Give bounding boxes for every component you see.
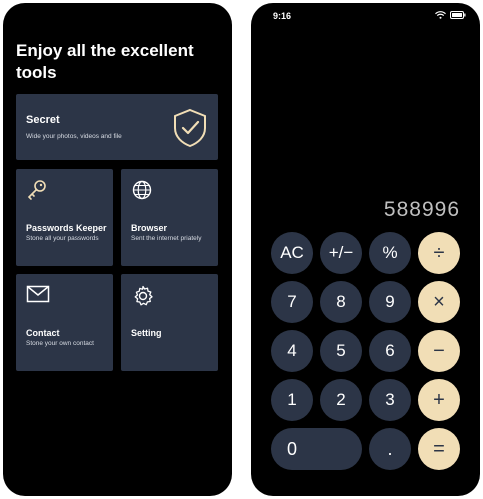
tools-screen: Enjoy all the excellent tools Secret Wid… — [3, 3, 232, 496]
decimal-button[interactable]: . — [369, 428, 411, 470]
eight-button[interactable]: 8 — [320, 281, 362, 323]
percent-button[interactable]: % — [369, 232, 411, 274]
secret-tile[interactable]: Secret Wide your photos, videos and file — [16, 94, 218, 160]
wifi-icon — [435, 11, 446, 19]
gear-icon — [134, 285, 153, 306]
plus-button[interactable]: + — [418, 379, 460, 421]
key-icon — [27, 180, 46, 200]
status-icons — [435, 11, 466, 19]
calculator-screen: 9:16 588996 AC +/− % ÷ 7 8 9 × 4 5 6 − 1… — [251, 3, 480, 496]
globe-icon — [132, 180, 152, 200]
browser-tile[interactable]: Browser Sent the internet priately — [121, 169, 218, 266]
setting-tile[interactable]: Setting — [121, 274, 218, 371]
page-title: Enjoy all the excellent tools — [16, 41, 194, 82]
six-button[interactable]: 6 — [369, 330, 411, 372]
tile-subtitle: Sent the internet priately — [131, 235, 202, 242]
seven-button[interactable]: 7 — [271, 281, 313, 323]
status-time: 9:16 — [273, 11, 292, 21]
battery-icon — [450, 11, 466, 19]
zero-button[interactable]: 0 — [271, 428, 362, 470]
calculator-display: 588996 — [383, 198, 460, 221]
plus-minus-button[interactable]: +/− — [320, 232, 362, 274]
tile-title: Secret — [26, 114, 60, 126]
nine-button[interactable]: 9 — [369, 281, 411, 323]
passwords-keeper-tile[interactable]: Passwords Keeper Stone all your password… — [16, 169, 113, 266]
tile-subtitle: Stone your own contact — [26, 340, 94, 347]
tile-title: Passwords Keeper — [26, 223, 107, 233]
tile-subtitle: Wide your photos, videos and file — [26, 133, 122, 140]
minus-button[interactable]: − — [418, 330, 460, 372]
ac-button[interactable]: AC — [271, 232, 313, 274]
envelope-icon — [26, 285, 50, 303]
five-button[interactable]: 5 — [320, 330, 362, 372]
two-button[interactable]: 2 — [320, 379, 362, 421]
tile-title: Setting — [131, 328, 162, 338]
contact-tile[interactable]: Contact Stone your own contact — [16, 274, 113, 371]
four-button[interactable]: 4 — [271, 330, 313, 372]
tile-title: Browser — [131, 223, 168, 233]
three-button[interactable]: 3 — [369, 379, 411, 421]
shield-check-icon — [174, 108, 206, 148]
divide-button[interactable]: ÷ — [418, 232, 460, 274]
multiply-button[interactable]: × — [418, 281, 460, 323]
tile-subtitle: Stone all your passwords — [26, 235, 99, 242]
tile-title: Contact — [26, 328, 60, 338]
equals-button[interactable]: = — [418, 428, 460, 470]
one-button[interactable]: 1 — [271, 379, 313, 421]
